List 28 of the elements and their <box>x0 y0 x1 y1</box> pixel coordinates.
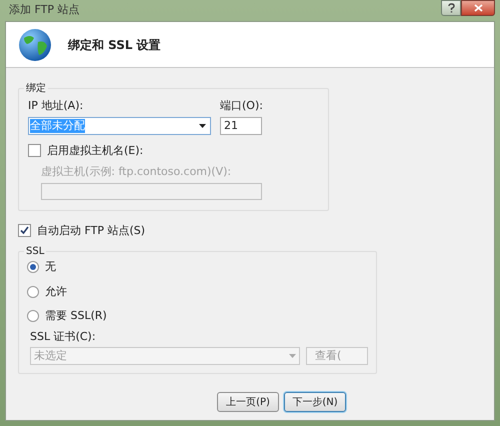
help-icon <box>448 3 454 13</box>
auto-start-checkbox[interactable] <box>18 224 31 238</box>
checkbox-label: 自动启动 FTP 站点(S) <box>37 222 146 238</box>
radio-button[interactable] <box>27 261 39 274</box>
radio-button[interactable] <box>27 310 39 322</box>
virtual-host-checkbox[interactable] <box>28 144 41 158</box>
wizard-button[interactable]: 下一步(N) <box>284 392 346 412</box>
field-label: SSL 证书(C): <box>30 328 97 344</box>
globe-icon <box>18 28 52 62</box>
field-label: 虚拟主机(示例: ftp.contoso.com)(V): <box>41 164 232 180</box>
radio-label: 无 <box>45 259 56 275</box>
port-field[interactable]: 21 <box>220 116 262 134</box>
field-label: 端口(O): <box>220 98 263 114</box>
wizard-button[interactable]: 上一页(P) <box>217 392 279 412</box>
window-title: 添加 FTP 站点 <box>9 2 80 18</box>
radio-label: 需要 SSL(R) <box>45 308 107 324</box>
radio-button[interactable] <box>27 286 39 298</box>
close-icon <box>474 4 482 12</box>
selected-value: 未选定 <box>34 348 67 364</box>
page-heading: 绑定和 SSL 设置 <box>68 36 161 54</box>
close-button[interactable] <box>461 0 495 16</box>
help-button[interactable] <box>441 0 461 16</box>
dropdown-arrow-icon <box>199 124 206 128</box>
radio-label: 允许 <box>45 284 67 300</box>
checkbox-label: 启用虚拟主机名(E): <box>47 142 144 158</box>
field-label: IP 地址(A): <box>28 98 84 114</box>
selected-value: 全部未分配 <box>30 118 85 132</box>
dropdown-arrow-icon <box>289 354 296 358</box>
